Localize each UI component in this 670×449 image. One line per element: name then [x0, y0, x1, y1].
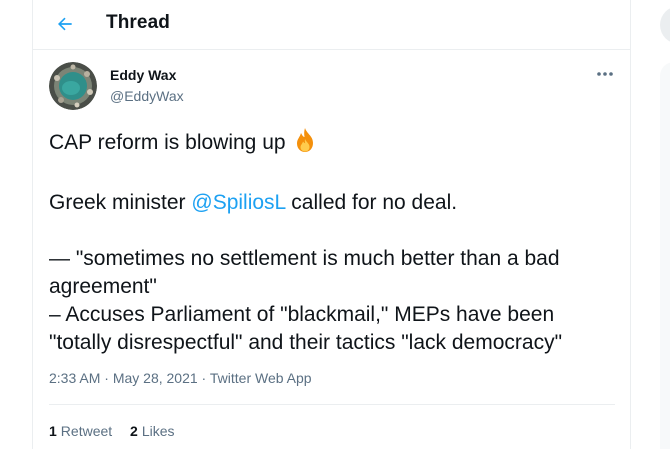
page-title: Thread	[106, 12, 170, 33]
tweet-time[interactable]: 2:33 AM	[49, 370, 100, 386]
likes-count: 2	[130, 423, 138, 439]
tweet-line-text: called for no deal.	[285, 191, 458, 214]
tweet-line: CAP reform is blowing up	[49, 127, 619, 161]
tweet-line: — "sometimes no settlement is much bette…	[49, 247, 560, 270]
avatar[interactable]	[49, 62, 97, 110]
author-handle[interactable]: @EddyWax	[110, 88, 184, 104]
fire-icon	[292, 127, 318, 161]
tweet-stats: 1 Retweet 2 Likes	[49, 423, 189, 439]
likes-label: Likes	[141, 423, 175, 439]
main-column: Thread Eddy Wax @EddyWax CAP reform is b…	[32, 0, 631, 449]
tweet-text: CAP reform is blowing up Greek minister …	[49, 127, 619, 357]
more-options-button[interactable]	[593, 64, 617, 84]
tweet-line-text: Greek minister	[49, 191, 192, 214]
meta-separator: ·	[100, 370, 113, 386]
mention-link[interactable]: @SpiliosL	[191, 191, 285, 214]
tweet-line: Greek minister @SpiliosL called for no d…	[49, 189, 619, 217]
more-horizontal-icon	[597, 72, 613, 76]
meta-separator: ·	[197, 370, 210, 386]
tweet-line: – Accuses Parliament of "blackmail," MEP…	[49, 303, 555, 326]
retweets-count: 1	[49, 423, 57, 439]
tweet-source[interactable]: Twitter Web App	[210, 370, 312, 386]
author-name[interactable]: Eddy Wax	[110, 67, 176, 83]
tweet-line: agreement"	[49, 275, 157, 298]
retweets-label: Retweet	[60, 423, 113, 439]
sidebar-panel	[660, 62, 670, 449]
tweet-thread-page: Thread Eddy Wax @EddyWax CAP reform is b…	[0, 0, 670, 449]
search-bar[interactable]	[660, 6, 670, 44]
thread-header: Thread	[33, 0, 630, 50]
likes-stat[interactable]: 2 Likes	[130, 423, 174, 439]
tweet-date[interactable]: May 28, 2021	[113, 370, 198, 386]
back-button[interactable]	[51, 10, 79, 38]
retweets-stat[interactable]: 1 Retweet	[49, 423, 112, 439]
divider	[49, 404, 615, 405]
back-arrow-icon	[58, 17, 72, 31]
tweet-line: "totally disrespectful" and their tactic…	[49, 331, 563, 354]
tweet-line-text: CAP reform is blowing up	[49, 131, 286, 154]
tweet-meta: 2:33 AM · May 28, 2021 · Twitter Web App	[49, 370, 312, 386]
avatar-image	[49, 62, 97, 110]
